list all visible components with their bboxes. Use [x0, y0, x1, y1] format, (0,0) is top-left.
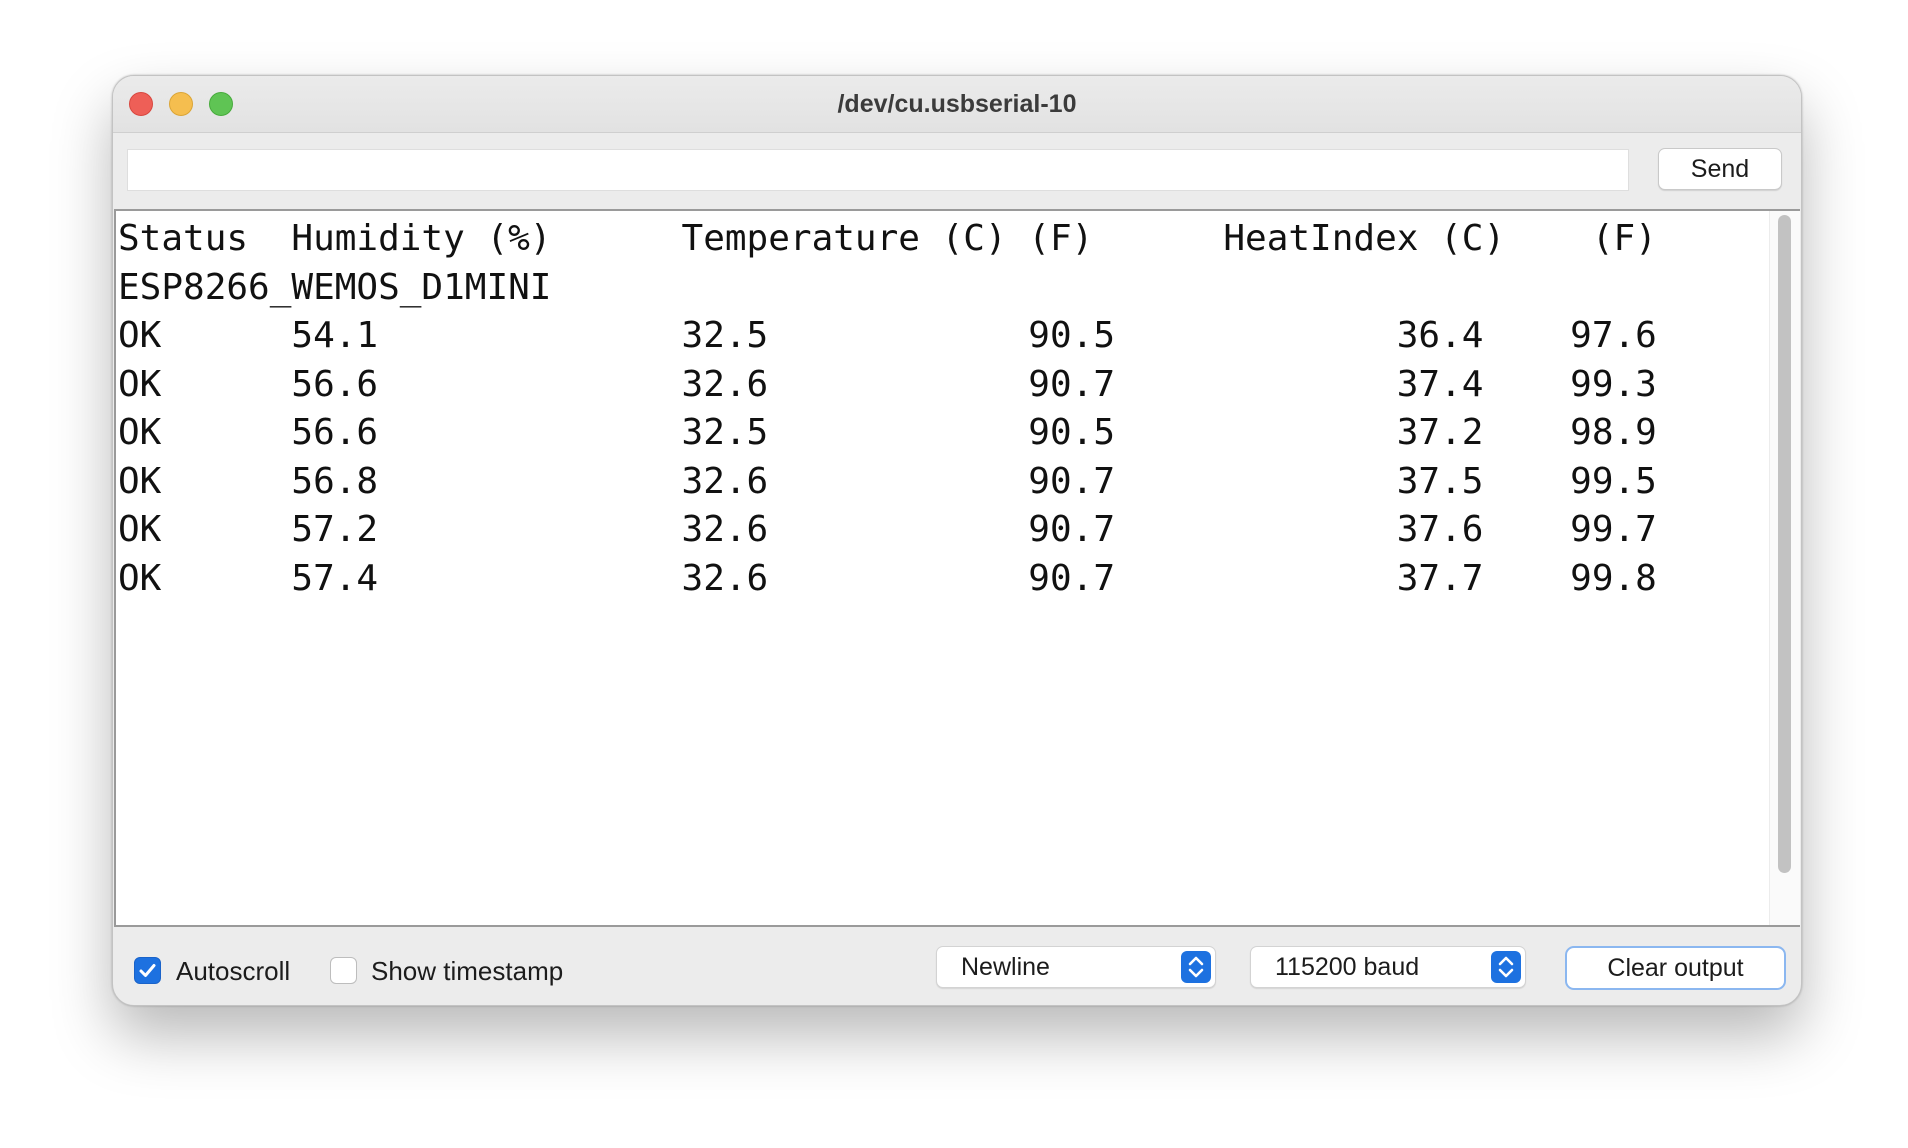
show-timestamp-label[interactable]: Show timestamp	[371, 955, 563, 987]
send-input[interactable]	[127, 149, 1629, 191]
footer-toolbar: Autoscroll Show timestamp Newline 115200…	[113, 927, 1801, 1005]
serial-output-text: Status Humidity (%) Temperature (C) (F) …	[118, 215, 1657, 603]
serial-monitor-window: /dev/cu.usbserial-10 Send Status Humidit…	[112, 75, 1802, 1006]
title-bar[interactable]: /dev/cu.usbserial-10	[113, 76, 1801, 133]
send-button[interactable]: Send	[1658, 148, 1782, 190]
autoscroll-label[interactable]: Autoscroll	[176, 955, 290, 987]
autoscroll-checkbox[interactable]	[134, 957, 161, 984]
checkmark-icon	[139, 964, 156, 977]
output-line: OK 56.6 32.6 90.7 37.4 99.3	[118, 363, 1657, 405]
baud-rate-value: 115200 baud	[1275, 953, 1420, 981]
baud-rate-select[interactable]: 115200 baud	[1250, 946, 1526, 988]
line-ending-value: Newline	[961, 953, 1050, 981]
vertical-scrollbar[interactable]	[1769, 211, 1800, 925]
line-ending-select[interactable]: Newline	[936, 946, 1216, 988]
updown-chevron-icon	[1181, 951, 1211, 983]
output-line: Status Humidity (%) Temperature (C) (F) …	[118, 218, 1657, 259]
show-timestamp-checkbox[interactable]	[330, 957, 357, 984]
output-line: OK 56.8 32.6 90.7 37.5 99.5	[118, 460, 1657, 502]
serial-output-area[interactable]: Status Humidity (%) Temperature (C) (F) …	[114, 209, 1800, 927]
output-line: OK 57.2 32.6 90.7 37.6 99.7	[118, 509, 1657, 550]
minimize-icon[interactable]	[169, 92, 193, 116]
output-line: OK 56.6 32.5 90.5 37.2 98.9	[118, 412, 1657, 453]
scrollbar-thumb[interactable]	[1778, 215, 1791, 873]
output-line: OK 57.4 32.6 90.7 37.7 99.8	[118, 557, 1657, 599]
close-icon[interactable]	[129, 92, 153, 116]
zoom-icon[interactable]	[209, 92, 233, 116]
clear-output-button[interactable]: Clear output	[1565, 946, 1786, 990]
output-line: ESP8266_WEMOS_D1MINI	[118, 266, 552, 308]
updown-chevron-icon	[1491, 951, 1521, 983]
window-title: /dev/cu.usbserial-10	[837, 90, 1077, 118]
output-line: OK 54.1 32.5 90.5 36.4 97.6	[118, 315, 1657, 356]
